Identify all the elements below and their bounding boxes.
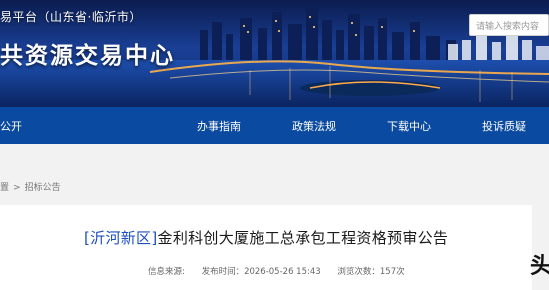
nav-item-downloads[interactable]: 下载中心	[387, 118, 431, 134]
header-banner: 易平台（山东省·临沂市） 共资源交易中心 请输入搜索内容	[0, 0, 549, 107]
main-nav: 公开 办事指南 政策法规 下载中心 投诉质疑	[0, 107, 549, 144]
article-title-text: 金利科创大厦施工总承包工程资格预审公告	[157, 229, 449, 247]
nav-item-disclosure[interactable]: 公开	[0, 118, 22, 134]
article-title: [沂河新区]金利科创大厦施工总承包工程资格预审公告	[84, 227, 448, 248]
breadcrumb-first[interactable]: 置	[0, 183, 9, 193]
meta-source: 信息来源:	[148, 267, 185, 277]
meta-views: 浏览次数：157次	[337, 267, 405, 277]
article-panel: [沂河新区]金利科创大厦施工总承包工程资格预审公告 信息来源: 发布时间：202…	[0, 205, 532, 290]
site-title: 共资源交易中心	[0, 43, 175, 69]
breadcrumb-current[interactable]: 招标公告	[25, 183, 61, 193]
corner-overlay-char: 头	[530, 254, 549, 279]
search-placeholder: 请输入搜索内容	[476, 22, 540, 32]
article-meta: 信息来源: 发布时间：2026-05-26 15:43 浏览次数：157次	[148, 265, 419, 277]
search-input[interactable]: 请输入搜索内容	[469, 14, 549, 36]
site-subtitle: 易平台（山东省·临沂市）	[0, 10, 142, 24]
breadcrumb-separator: >	[13, 183, 21, 193]
nav-item-guide[interactable]: 办事指南	[197, 118, 241, 134]
nav-item-complaints[interactable]: 投诉质疑	[482, 118, 526, 134]
breadcrumb: 置 > 招标公告	[0, 180, 61, 193]
nav-item-policy[interactable]: 政策法规	[292, 118, 336, 134]
meta-published: 发布时间：2026-05-26 15:43	[201, 267, 321, 277]
article-district: [沂河新区]	[84, 229, 158, 247]
